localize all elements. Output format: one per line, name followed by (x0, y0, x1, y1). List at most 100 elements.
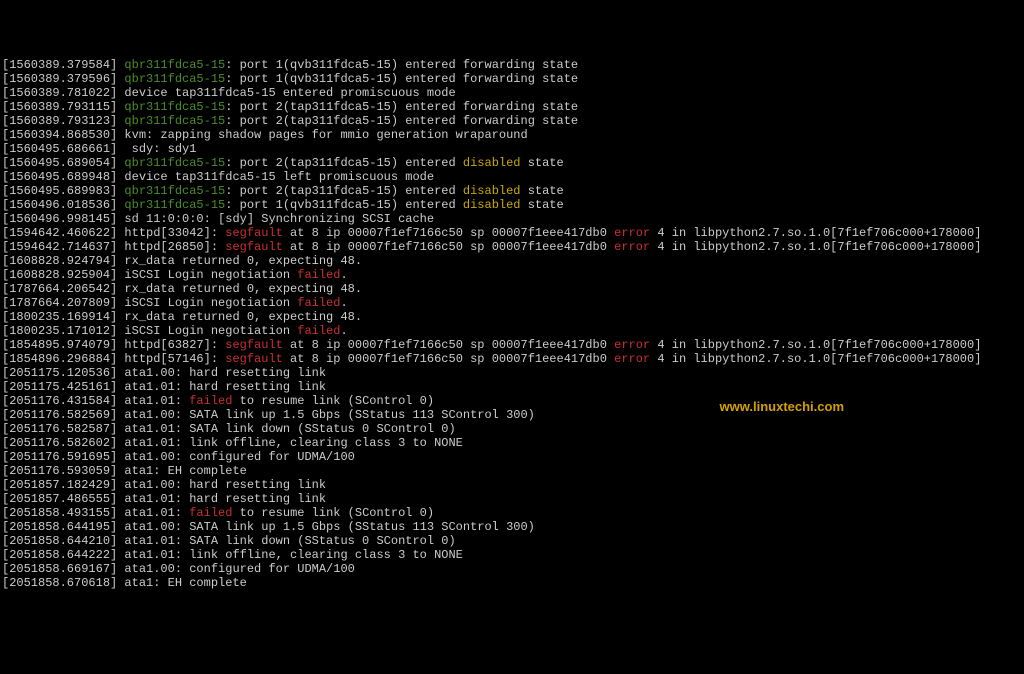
log-line: [1854896.296884] httpd[57146]: segfault … (2, 352, 1022, 366)
log-line: [1560495.686661] sdy: sdy1 (2, 142, 1022, 156)
log-segment: iSCSI Login negotiation (117, 324, 297, 338)
log-segment: disabled (463, 198, 521, 212)
log-line: [2051857.486555] ata1.01: hard resetting… (2, 492, 1022, 506)
log-segment: kvm: zapping shadow pages for mmio gener… (117, 128, 527, 142)
log-segment: state (521, 156, 564, 170)
log-line: [1560496.998145] sd 11:0:0:0: [sdy] Sync… (2, 212, 1022, 226)
log-segment: segfault (225, 352, 283, 366)
log-timestamp: [1854896.296884] (2, 352, 117, 366)
log-line: [1594642.460622] httpd[33042]: segfault … (2, 226, 1022, 240)
log-segment: iSCSI Login negotiation (117, 296, 297, 310)
log-segment: qbr311fdca5-15 (117, 114, 225, 128)
log-segment: error (614, 226, 650, 240)
log-segment: ata1.01: hard resetting link (117, 492, 326, 506)
log-segment: ata1.00: hard resetting link (117, 478, 326, 492)
log-segment: ata1.00: SATA link up 1.5 Gbps (SStatus … (117, 408, 535, 422)
log-line: [1787664.206542] rx_data returned 0, exp… (2, 282, 1022, 296)
log-segment: disabled (463, 156, 521, 170)
log-segment: : port 1(qvb311fdca5-15) entered (225, 198, 463, 212)
log-timestamp: [1560495.686661] (2, 142, 117, 156)
log-timestamp: [1854895.974079] (2, 338, 117, 352)
log-segment: : port 2(tap311fdca5-15) entered forward… (225, 100, 578, 114)
log-segment: iSCSI Login negotiation (117, 268, 297, 282)
log-segment: failed (297, 324, 340, 338)
log-segment: state (521, 198, 564, 212)
log-segment: error (614, 338, 650, 352)
log-timestamp: [2051858.493155] (2, 506, 117, 520)
log-line: [2051858.670618] ata1: EH complete (2, 576, 1022, 590)
log-segment: httpd[26850]: (117, 240, 225, 254)
log-line: [2051175.120536] ata1.00: hard resetting… (2, 366, 1022, 380)
log-line: [1787664.207809] iSCSI Login negotiation… (2, 296, 1022, 310)
log-timestamp: [1560496.018536] (2, 198, 117, 212)
log-segment: at 8 ip 00007f1ef7166c50 sp 00007f1eee41… (283, 240, 614, 254)
log-timestamp: [2051175.425161] (2, 380, 117, 394)
log-line: [1560389.793115] qbr311fdca5-15: port 2(… (2, 100, 1022, 114)
log-segment: failed (189, 506, 232, 520)
log-line: [2051176.591695] ata1.00: configured for… (2, 450, 1022, 464)
log-timestamp: [1560389.793115] (2, 100, 117, 114)
log-line: [1800235.169914] rx_data returned 0, exp… (2, 310, 1022, 324)
log-timestamp: [2051175.120536] (2, 366, 117, 380)
log-segment: rx_data returned 0, expecting 48. (117, 282, 362, 296)
log-timestamp: [2051858.644210] (2, 534, 117, 548)
log-line: [1560495.689983] qbr311fdca5-15: port 2(… (2, 184, 1022, 198)
log-segment: sd 11:0:0:0: [sdy] Synchronizing SCSI ca… (117, 212, 434, 226)
log-line: [2051858.669167] ata1.00: configured for… (2, 562, 1022, 576)
log-timestamp: [1800235.171012] (2, 324, 117, 338)
log-timestamp: [2051176.591695] (2, 450, 117, 464)
log-timestamp: [2051858.644195] (2, 520, 117, 534)
log-timestamp: [1560389.379596] (2, 72, 117, 86)
log-line: [2051857.182429] ata1.00: hard resetting… (2, 478, 1022, 492)
log-segment: . (340, 296, 347, 310)
log-line: [2051176.582587] ata1.01: SATA link down… (2, 422, 1022, 436)
log-timestamp: [2051176.431584] (2, 394, 117, 408)
log-segment: . (340, 324, 347, 338)
log-line: [1560389.379584] qbr311fdca5-15: port 1(… (2, 58, 1022, 72)
log-timestamp: [1594642.460622] (2, 226, 117, 240)
log-segment: device tap311fdca5-15 entered promiscuou… (117, 86, 455, 100)
log-segment: ata1.00: configured for UDMA/100 (117, 562, 355, 576)
log-timestamp: [1594642.714637] (2, 240, 117, 254)
log-segment: failed (297, 268, 340, 282)
log-timestamp: [1560389.781022] (2, 86, 117, 100)
log-line: [2051858.493155] ata1.01: failed to resu… (2, 506, 1022, 520)
log-segment: at 8 ip 00007f1ef7166c50 sp 00007f1eee41… (283, 352, 614, 366)
log-segment: error (614, 240, 650, 254)
log-segment: ata1.01: (117, 506, 189, 520)
log-timestamp: [1560389.793123] (2, 114, 117, 128)
log-segment: : port 2(tap311fdca5-15) entered (225, 156, 463, 170)
log-segment: httpd[63827]: (117, 338, 225, 352)
log-segment: qbr311fdca5-15 (117, 58, 225, 72)
log-segment: device tap311fdca5-15 left promiscuous m… (117, 170, 434, 184)
log-segment: qbr311fdca5-15 (117, 156, 225, 170)
log-segment: ata1.01: (117, 394, 189, 408)
log-segment: ata1.00: SATA link up 1.5 Gbps (SStatus … (117, 520, 535, 534)
log-segment: httpd[57146]: (117, 352, 225, 366)
log-segment: ata1: EH complete (117, 576, 247, 590)
log-timestamp: [1608828.924794] (2, 254, 117, 268)
log-segment: ata1.01: SATA link down (SStatus 0 SCont… (117, 422, 455, 436)
log-segment: 4 in libpython2.7.so.1.0[7f1ef706c000+17… (650, 240, 981, 254)
log-segment: qbr311fdca5-15 (117, 72, 225, 86)
log-timestamp: [1560389.379584] (2, 58, 117, 72)
log-timestamp: [1560394.868530] (2, 128, 117, 142)
log-segment: . (340, 268, 347, 282)
log-line: [1800235.171012] iSCSI Login negotiation… (2, 324, 1022, 338)
log-segment: state (521, 184, 564, 198)
log-timestamp: [1787664.207809] (2, 296, 117, 310)
log-segment: : port 2(tap311fdca5-15) entered (225, 184, 463, 198)
log-segment: ata1.01: hard resetting link (117, 380, 326, 394)
log-segment: qbr311fdca5-15 (117, 184, 225, 198)
log-line: [1560495.689054] qbr311fdca5-15: port 2(… (2, 156, 1022, 170)
log-line: [1608828.925904] iSCSI Login negotiation… (2, 268, 1022, 282)
log-timestamp: [1560495.689948] (2, 170, 117, 184)
log-line: [1854895.974079] httpd[63827]: segfault … (2, 338, 1022, 352)
log-segment: segfault (225, 338, 283, 352)
log-timestamp: [1560496.998145] (2, 212, 117, 226)
log-line: [1560496.018536] qbr311fdca5-15: port 1(… (2, 198, 1022, 212)
log-timestamp: [2051176.582569] (2, 408, 117, 422)
log-segment: 4 in libpython2.7.so.1.0[7f1ef706c000+17… (650, 226, 981, 240)
log-segment: 4 in libpython2.7.so.1.0[7f1ef706c000+17… (650, 338, 981, 352)
log-line: [2051176.593059] ata1: EH complete (2, 464, 1022, 478)
